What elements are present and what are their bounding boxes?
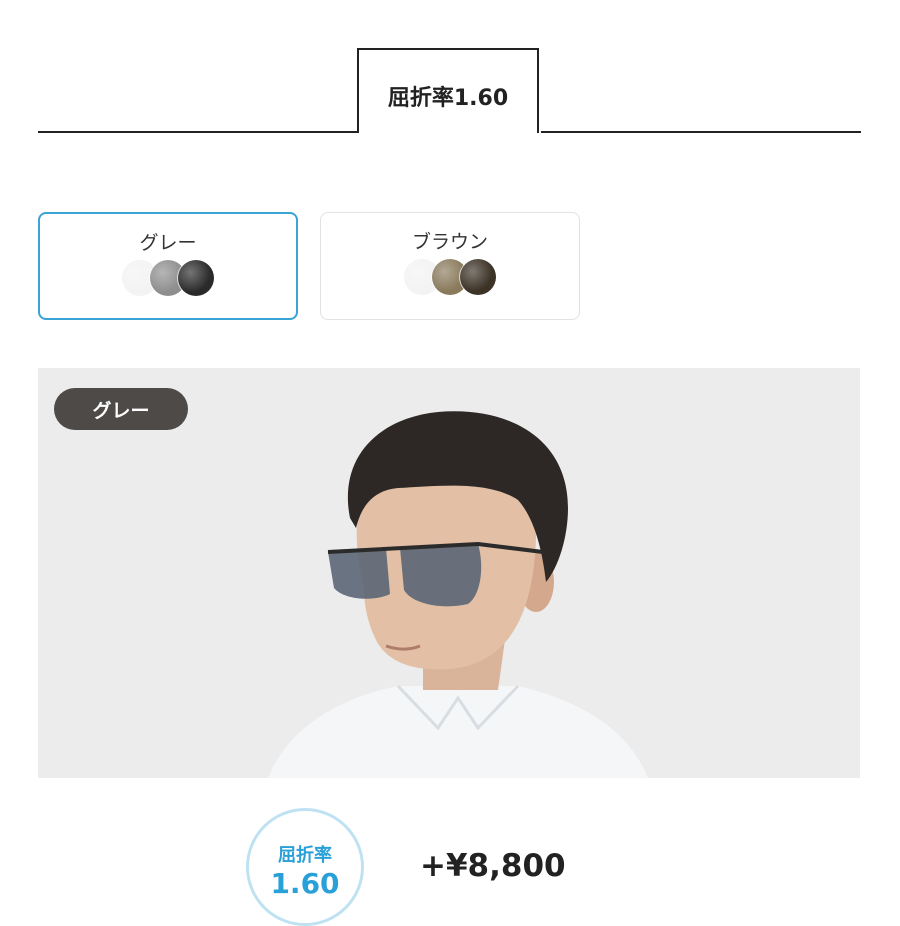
tab-label: 屈折率1.60 xyxy=(387,85,509,111)
color-option-gray[interactable]: グレー xyxy=(38,212,298,320)
tab-underline-right xyxy=(541,131,861,133)
index-badge-value: 1.60 xyxy=(270,867,340,900)
index-badge-label: 屈折率 xyxy=(278,845,332,866)
tab-underline-left xyxy=(38,131,358,133)
lens-swatch-group xyxy=(40,260,296,296)
lens-swatch-group xyxy=(321,259,579,295)
lens-swatch xyxy=(460,259,496,295)
model-photo: グレー xyxy=(38,368,860,778)
color-option-label: グレー xyxy=(139,232,197,254)
color-option-brown[interactable]: ブラウン xyxy=(320,212,580,320)
refractive-index-badge: 屈折率 1.60 xyxy=(246,808,364,926)
price-addon: +¥8,800 xyxy=(420,848,566,884)
color-option-label: ブラウン xyxy=(411,231,488,253)
tab-refractive-index-160[interactable]: 屈折率1.60 xyxy=(357,48,539,133)
lens-swatch xyxy=(178,260,214,296)
page-heading-partial xyxy=(0,0,900,8)
hero-badge-label: グレー xyxy=(92,399,150,422)
hero-color-badge: グレー xyxy=(54,388,188,430)
